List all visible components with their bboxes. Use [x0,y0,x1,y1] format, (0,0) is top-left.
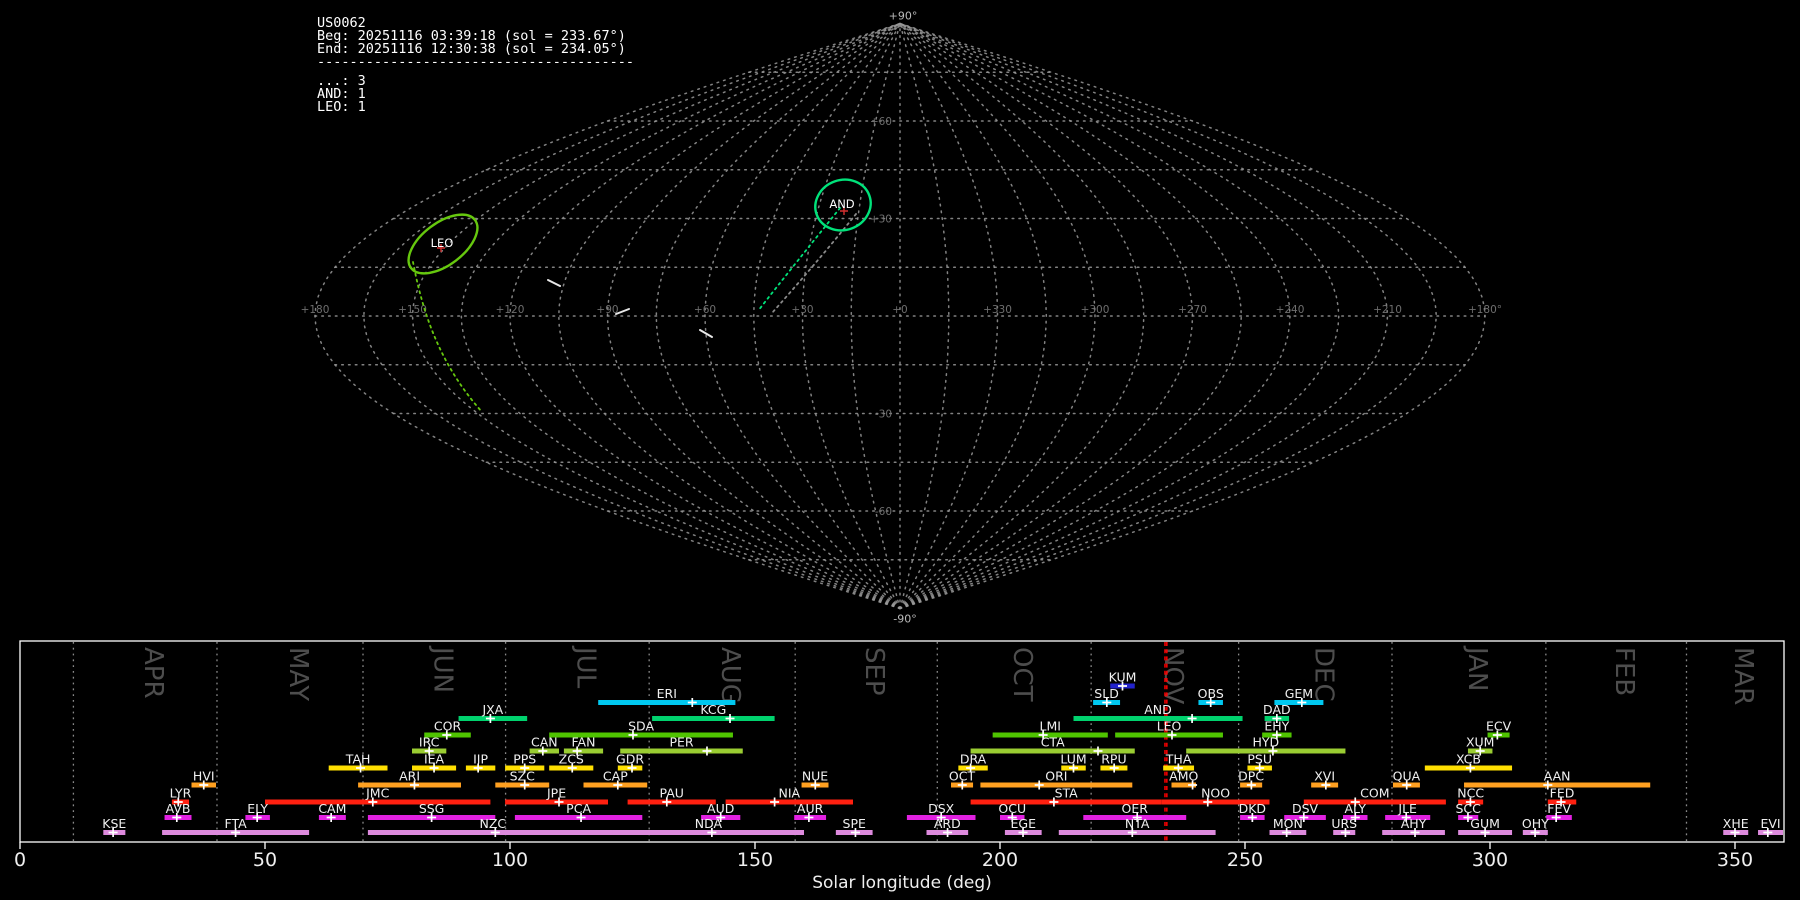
shower-label-evi: EVI [1760,816,1780,831]
month-label-sep: SEP [859,647,889,696]
shower-label-dra: DRA [960,752,987,767]
month-label-jul: JUL [570,645,600,689]
x-tick-label: 150 [737,849,773,871]
shower-peak-marker-and [1187,714,1197,723]
shower-peak-marker-eri [687,698,697,707]
shower-label-fed: FED [1550,786,1575,801]
shower-label-szc: SZC [510,769,535,784]
shower-label-can: CAN [531,735,558,750]
x-tick-label: 100 [492,849,528,871]
shower-label-gdr: GDR [616,752,644,767]
month-label-apr: APR [138,647,168,699]
shower-label-pca: PCA [566,801,591,816]
shower-label-jle: JLE [1397,801,1417,816]
shower-label-fan: FAN [572,735,596,750]
shower-label-kse: KSE [102,816,126,831]
shower-activity-chart: Solar longitude (deg) APR MAY JUN JUL AUG SEP… [14,640,1785,893]
shower-label-nzc: NZC [480,816,507,831]
shower-label-avb: AVB [166,801,191,816]
shower-label-mon: MON [1273,816,1303,831]
shower-label-iip: IIP [473,752,488,767]
radiant-map-screen: +90° -90° +180 +150 +120 +90 +60 +30 +0 +330 +300 +… [0,0,1800,900]
month-label-mar: MAR [1728,647,1758,705]
x-tick-label: 250 [1227,849,1263,871]
shower-label-xvi: XVI [1314,769,1335,784]
x-tick-label: 200 [982,849,1018,871]
x-tick-label: 50 [253,849,277,871]
month-label-may: MAY [283,647,313,701]
shower-label-spe: SPE [843,816,866,831]
shower-label-ari: ARI [399,769,420,784]
shower-label-zcs: ZCS [559,752,584,767]
shower-label-ecv: ECV [1486,719,1512,734]
shower-label-jpe: JPE [546,786,566,801]
x-axis-title: Solar longitude (deg) [812,873,992,893]
x-tick-label: 350 [1717,849,1753,871]
month-label-jan: JAN [1462,645,1492,691]
shower-label-kcg: KCG [700,702,726,717]
shower-label-aur: AUR [797,801,824,816]
shower-label-lyr: LYR [170,786,192,801]
shower-label-fev: FEV [1547,801,1571,816]
month-label-feb: FEB [1609,647,1639,696]
shower-label-dsv: DSV [1292,801,1319,816]
shower-label-cor: COR [434,719,462,734]
month-label-nov: NOV [1158,647,1188,704]
month-label-oct: OCT [1007,647,1037,702]
shower-peak-marker-ori [1034,780,1044,790]
shower-label-xcb: XCB [1456,752,1481,767]
shower-label-hyd: HYD [1252,735,1279,750]
shower-label-amo: AMO [1169,769,1198,784]
shower-label-gem: GEM [1285,686,1313,701]
shower-label-ori: ORI [1045,769,1067,784]
x-tick-label: 300 [1472,849,1508,871]
shower-label-sta: STA [1055,786,1079,801]
shower-label-noo: NOO [1201,786,1230,801]
shower-label-leo: LEO [1157,719,1182,734]
x-tick-label: 0 [14,849,26,871]
shower-label-nda: NDA [695,816,723,831]
shower-label-tah: TAH [345,752,371,767]
shower-label-nia: NIA [779,786,801,801]
shower-label-com: COM [1360,786,1389,801]
shower-label-jmc: JMC [365,786,389,801]
shower-label-oer: OER [1122,801,1149,816]
shower-label-cam: CAM [318,801,346,816]
shower-label-cap: CAP [603,769,628,784]
shower-label-per: PER [669,735,693,750]
shower-label-eri: ERI [657,686,677,701]
shower-label-urs: URS [1331,816,1357,831]
month-label-aug: AUG [715,647,745,704]
shower-label-pau: PAU [659,786,683,801]
shower-label-sda: SDA [628,719,654,734]
shower-label-cta: CTA [1041,735,1065,750]
shower-peak-marker-per [702,746,712,756]
shower-label-ahy: AHY [1401,816,1427,831]
shower-peak-marker-kcg [725,714,735,723]
shower-label-nta: NTA [1125,816,1150,831]
shower-label-and: AND [1144,702,1172,717]
shower-label-jxa: JXA [481,702,503,717]
month-label-jun: JUN [427,645,457,693]
